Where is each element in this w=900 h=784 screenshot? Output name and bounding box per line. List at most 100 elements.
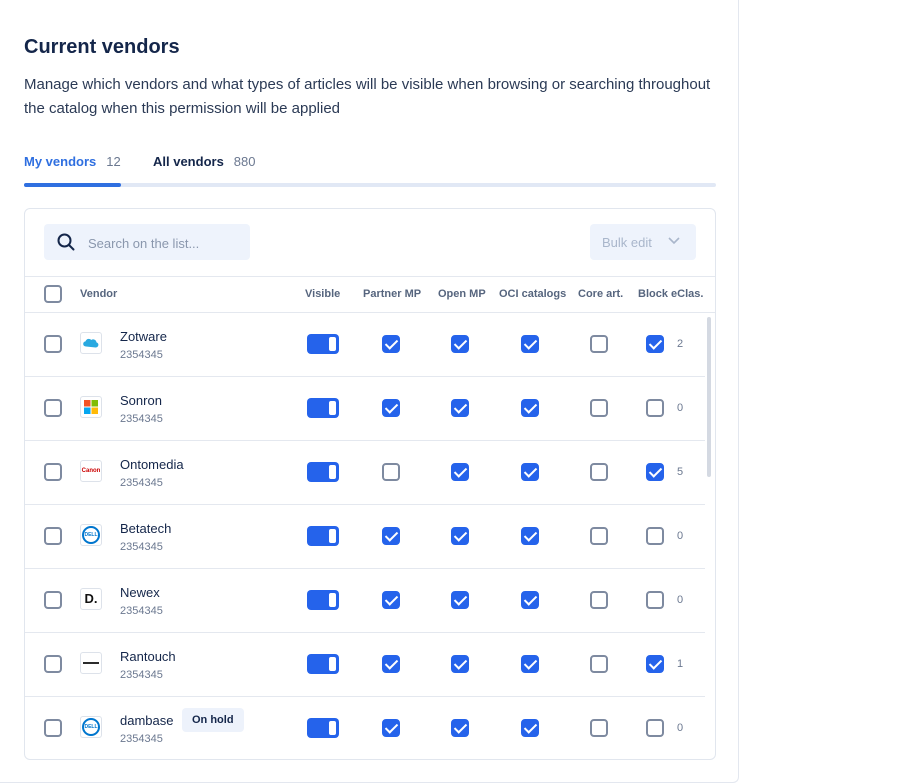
- core-articles-checkbox[interactable]: [590, 719, 608, 737]
- tab-all-vendors[interactable]: All vendors 880: [153, 154, 256, 169]
- table-row: Sonron 2354345 0: [25, 376, 705, 441]
- visible-toggle[interactable]: [307, 398, 339, 418]
- column-header-block-eclass[interactable]: Block eClas.: [638, 288, 703, 300]
- partner-mp-checkbox[interactable]: [382, 591, 400, 609]
- partner-mp-checkbox[interactable]: [382, 527, 400, 545]
- partner-mp-checkbox[interactable]: [382, 335, 400, 353]
- oci-catalogs-checkbox[interactable]: [521, 655, 539, 673]
- visible-toggle[interactable]: [307, 462, 339, 482]
- partner-mp-checkbox[interactable]: [382, 655, 400, 673]
- vendor-logo: [80, 396, 102, 418]
- search-box[interactable]: [44, 224, 250, 260]
- visible-toggle[interactable]: [307, 590, 339, 610]
- vendor-logo: DELL: [80, 716, 102, 738]
- open-mp-checkbox[interactable]: [451, 655, 469, 673]
- row-select-checkbox[interactable]: [44, 399, 62, 417]
- visible-toggle[interactable]: [307, 718, 339, 738]
- partner-mp-checkbox[interactable]: [382, 719, 400, 737]
- block-eclass-checkbox[interactable]: [646, 463, 664, 481]
- block-eclass-checkbox[interactable]: [646, 655, 664, 673]
- vendor-name[interactable]: dambase: [120, 713, 173, 728]
- oci-catalogs-checkbox[interactable]: [521, 527, 539, 545]
- open-mp-checkbox[interactable]: [451, 591, 469, 609]
- select-all-checkbox[interactable]: [44, 285, 62, 303]
- vendor-id: 2354345: [120, 477, 163, 489]
- column-header-core-art[interactable]: Core art.: [578, 288, 623, 300]
- column-header-oci-catalogs[interactable]: OCI catalogs: [499, 288, 566, 300]
- status-badge: On hold: [182, 708, 244, 732]
- core-articles-checkbox[interactable]: [590, 591, 608, 609]
- column-header-open-mp[interactable]: Open MP: [438, 288, 486, 300]
- row-select-checkbox[interactable]: [44, 719, 62, 737]
- vendor-name[interactable]: Betatech: [120, 521, 171, 536]
- row-select-checkbox[interactable]: [44, 463, 62, 481]
- block-eclass-count: 0: [677, 722, 684, 734]
- oci-catalogs-checkbox[interactable]: [521, 399, 539, 417]
- column-header-partner-mp[interactable]: Partner MP: [363, 288, 421, 300]
- visible-toggle[interactable]: [307, 334, 339, 354]
- table-header: Vendor Visible Partner MP Open MP OCI ca…: [25, 276, 715, 313]
- block-eclass-checkbox[interactable]: [646, 527, 664, 545]
- table-row: DELL dambase 2354345 On hold 0: [25, 696, 705, 759]
- search-icon: [57, 233, 75, 251]
- vendor-logo-text: DELL: [84, 532, 98, 538]
- oci-catalogs-checkbox[interactable]: [521, 719, 539, 737]
- tab-count: 12: [106, 154, 121, 169]
- block-eclass-count: 0: [677, 530, 684, 542]
- row-select-checkbox[interactable]: [44, 591, 62, 609]
- vendor-logo: [80, 652, 102, 674]
- oci-catalogs-checkbox[interactable]: [521, 463, 539, 481]
- core-articles-checkbox[interactable]: [590, 655, 608, 673]
- vendor-name[interactable]: Newex: [120, 585, 160, 600]
- tab-track: [24, 183, 716, 187]
- block-eclass-checkbox[interactable]: [646, 591, 664, 609]
- row-select-checkbox[interactable]: [44, 335, 62, 353]
- block-eclass-count: 0: [677, 402, 684, 414]
- core-articles-checkbox[interactable]: [590, 463, 608, 481]
- vendor-name[interactable]: Ontomedia: [120, 457, 184, 472]
- core-articles-checkbox[interactable]: [590, 335, 608, 353]
- column-header-visible[interactable]: Visible: [305, 288, 340, 300]
- tab-active-indicator: [24, 183, 121, 187]
- vendor-logo: [80, 332, 102, 354]
- visible-toggle[interactable]: [307, 654, 339, 674]
- open-mp-checkbox[interactable]: [451, 335, 469, 353]
- bulk-edit-button[interactable]: Bulk edit: [590, 224, 696, 260]
- tab-my-vendors[interactable]: My vendors 12: [24, 154, 121, 169]
- block-eclass-checkbox[interactable]: [646, 719, 664, 737]
- core-articles-checkbox[interactable]: [590, 399, 608, 417]
- row-select-checkbox[interactable]: [44, 655, 62, 673]
- scrollbar[interactable]: [707, 317, 711, 477]
- vendor-id: 2354345: [120, 669, 163, 681]
- vendor-id: 2354345: [120, 605, 163, 617]
- vendor-id: 2354345: [120, 413, 163, 425]
- block-eclass-checkbox[interactable]: [646, 399, 664, 417]
- tab-count: 880: [233, 154, 256, 169]
- table-row: Zotware 2354345 2: [25, 312, 705, 377]
- vendors-table-card: Bulk edit Vendor Visible Partner MP Open…: [24, 208, 716, 760]
- page-title: Current vendors: [24, 36, 180, 58]
- open-mp-checkbox[interactable]: [451, 719, 469, 737]
- chevron-down-icon: [668, 237, 680, 245]
- oci-catalogs-checkbox[interactable]: [521, 335, 539, 353]
- column-header-vendor[interactable]: Vendor: [80, 288, 117, 300]
- visible-toggle[interactable]: [307, 526, 339, 546]
- search-input[interactable]: [86, 232, 240, 254]
- vendor-name[interactable]: Zotware: [120, 329, 167, 344]
- partner-mp-checkbox[interactable]: [382, 399, 400, 417]
- core-articles-checkbox[interactable]: [590, 527, 608, 545]
- page-description: Manage which vendors and what types of a…: [24, 76, 711, 117]
- vendor-name[interactable]: Sonron: [120, 393, 162, 408]
- row-select-checkbox[interactable]: [44, 527, 62, 545]
- block-eclass-checkbox[interactable]: [646, 335, 664, 353]
- vendor-id: 2354345: [120, 541, 163, 553]
- vendor-logo-text: D.: [84, 591, 98, 606]
- vendor-name[interactable]: Rantouch: [120, 649, 176, 664]
- open-mp-checkbox[interactable]: [451, 463, 469, 481]
- partner-mp-checkbox[interactable]: [382, 463, 400, 481]
- vendors-panel: Current vendors Manage which vendors and…: [0, 0, 739, 783]
- open-mp-checkbox[interactable]: [451, 399, 469, 417]
- oci-catalogs-checkbox[interactable]: [521, 591, 539, 609]
- open-mp-checkbox[interactable]: [451, 527, 469, 545]
- table-row: DELL Betatech 2354345 0: [25, 504, 705, 569]
